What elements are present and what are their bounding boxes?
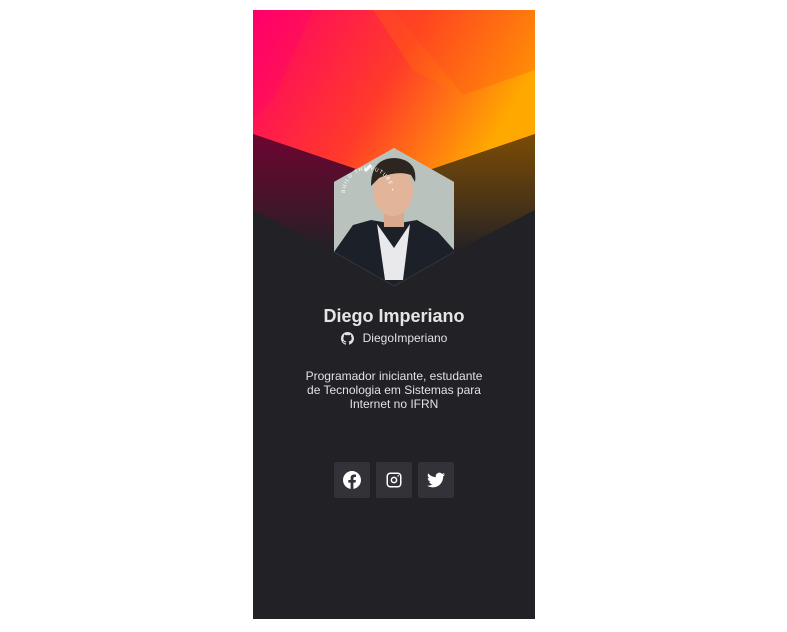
facebook-icon: [343, 471, 361, 489]
facebook-button[interactable]: [334, 462, 370, 498]
github-icon: [340, 331, 354, 345]
github-link[interactable]: DiegoImperiano: [253, 331, 535, 345]
profile-card: BUILD THE FUTURE • ROCKETSEAT • Diego Im…: [253, 10, 535, 619]
twitter-icon: [427, 472, 445, 488]
instagram-button[interactable]: [376, 462, 412, 498]
instagram-icon: [386, 472, 402, 488]
twitter-button[interactable]: [418, 462, 454, 498]
profile-name: Diego Imperiano: [323, 306, 465, 326]
github-username: DiegoImperiano: [362, 331, 448, 345]
social-links: [334, 462, 454, 498]
profile-bio: Programador iniciante, estudante de Tecn…: [305, 369, 483, 411]
hero-banner: BUILD THE FUTURE • ROCKETSEAT •: [253, 10, 535, 310]
